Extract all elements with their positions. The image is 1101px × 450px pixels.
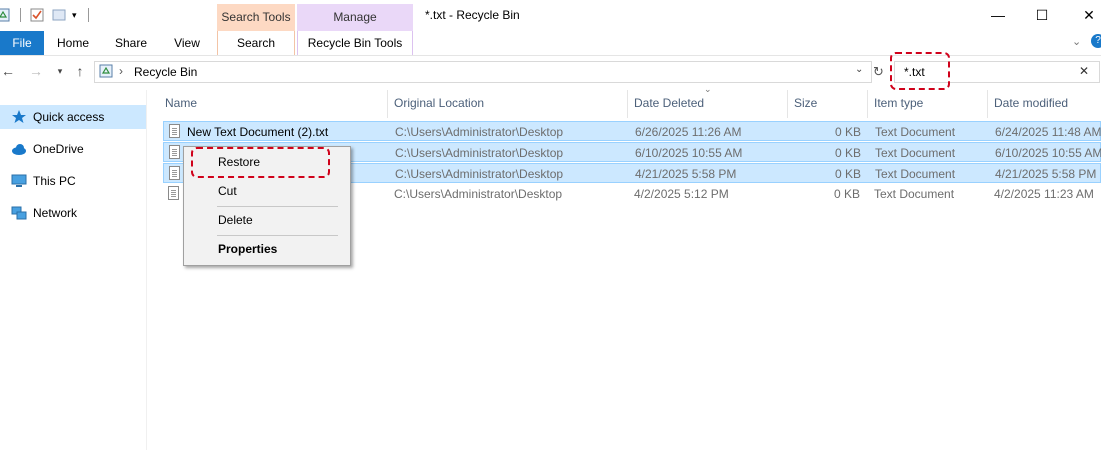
row-date-modified: 4/2/2025 11:23 AM [994, 187, 1094, 201]
nav-item-label: OneDrive [33, 142, 84, 156]
monitor-icon [11, 173, 27, 189]
nav-item-network[interactable]: Network [0, 201, 146, 225]
address-dropdown-chevron-icon[interactable]: ⌄ [855, 64, 863, 75]
forward-arrow-icon[interactable]: → [28, 63, 44, 79]
column-header-date-modified[interactable]: Date modified [994, 96, 1068, 110]
recycle-bin-icon [0, 8, 10, 22]
recent-locations-chevron-icon[interactable]: ▾ [52, 63, 68, 79]
menu-separator [217, 235, 338, 236]
restore-highlight-box [191, 147, 330, 178]
minimize-button[interactable]: — [987, 4, 1009, 26]
up-arrow-icon[interactable]: ↑ [72, 63, 88, 79]
title-bar: ▾ Search Tools Manage *.txt - Recycle Bi… [0, 0, 1101, 31]
column-header-size[interactable]: Size [794, 96, 817, 110]
menu-item-label: Cut [218, 184, 237, 198]
navigation-pane: Quick access OneDrive This PC Network [0, 90, 147, 450]
nav-item-quick-access[interactable]: Quick access [0, 105, 146, 129]
row-item-type: Text Document [875, 146, 956, 160]
menu-item-label: Delete [218, 213, 253, 227]
maximize-button[interactable]: ☐ [1031, 4, 1053, 26]
nav-item-label: This PC [33, 174, 76, 188]
file-list: Name Original Location Date Deleted ⌄ Si… [147, 84, 1101, 450]
divider [20, 8, 21, 22]
nav-item-label: Quick access [33, 110, 105, 124]
row-date-deleted: 4/2/2025 5:12 PM [634, 187, 729, 201]
breadcrumb-separator: › [119, 64, 123, 78]
row-location: C:\Users\Administrator\Desktop [394, 187, 563, 201]
clear-search-icon[interactable]: ✕ [1079, 64, 1089, 78]
row-date-deleted: 4/21/2025 5:58 PM [635, 167, 737, 181]
back-arrow-icon[interactable]: ← [0, 63, 16, 79]
tab-share[interactable]: Share [108, 31, 154, 55]
row-item-type: Text Document [874, 187, 955, 201]
tab-view[interactable]: View [164, 31, 210, 55]
network-icon [11, 205, 27, 221]
search-tools-label: Search Tools [221, 10, 291, 24]
menu-separator [217, 206, 338, 207]
divider [88, 8, 89, 22]
row-item-type: Text Document [875, 167, 956, 181]
properties-checkmark-icon[interactable] [30, 8, 44, 22]
column-header-original-location[interactable]: Original Location [394, 96, 484, 110]
menu-item-properties[interactable]: Properties [184, 237, 350, 261]
nav-item-onedrive[interactable]: OneDrive [0, 137, 146, 161]
row-location: C:\Users\Administrator\Desktop [395, 125, 564, 139]
tab-home[interactable]: Home [50, 31, 96, 55]
text-document-icon [169, 166, 180, 180]
menu-item-label: Properties [218, 242, 278, 256]
nav-item-label: Network [33, 206, 78, 220]
search-highlight-box [890, 52, 950, 90]
row-location: C:\Users\Administrator\Desktop [395, 146, 564, 160]
row-date-modified: 6/10/2025 10:55 AM [995, 146, 1101, 160]
row-size: 0 KB [834, 146, 861, 160]
column-divider[interactable] [867, 90, 868, 118]
row-size: 0 KB [834, 125, 861, 139]
refresh-icon[interactable]: ↻ [873, 64, 884, 80]
tab-file[interactable]: File [0, 31, 44, 55]
column-divider[interactable] [987, 90, 988, 118]
column-header-name[interactable]: Name [165, 96, 197, 110]
address-bar[interactable]: › Recycle Bin ⌄ [94, 61, 872, 83]
cloud-icon [11, 141, 27, 157]
text-document-icon [168, 186, 179, 200]
row-name: New Text Document (2).txt [187, 125, 329, 139]
help-icon[interactable]: ? [1091, 34, 1101, 48]
customize-qat-chevron-icon[interactable]: ▾ [72, 8, 86, 22]
column-header-item-type[interactable]: Item type [874, 96, 923, 110]
table-row[interactable]: New Text Document (2).txt C:\Users\Admin… [163, 121, 1101, 141]
row-date-modified: 6/24/2025 11:48 AM [995, 125, 1101, 139]
sort-chevron-icon: ⌄ [704, 84, 712, 94]
text-document-icon [169, 124, 180, 138]
nav-item-this-pc[interactable]: This PC [0, 169, 146, 193]
breadcrumb-recycle-bin[interactable]: Recycle Bin [134, 65, 197, 79]
star-icon [11, 109, 27, 125]
column-divider[interactable] [787, 90, 788, 118]
window-title: *.txt - Recycle Bin [425, 8, 520, 22]
column-divider[interactable] [627, 90, 628, 118]
tab-search[interactable]: Search [217, 31, 295, 55]
new-folder-icon[interactable] [52, 8, 66, 22]
manage-label: Manage [333, 10, 377, 24]
row-date-deleted: 6/26/2025 11:26 AM [635, 125, 742, 139]
ribbon-expand-chevron-icon[interactable]: ⌄ [1072, 35, 1081, 48]
row-size: 0 KB [834, 167, 861, 181]
row-date-modified: 4/21/2025 5:58 PM [995, 167, 1097, 181]
search-tools-header: Search Tools [217, 4, 295, 31]
row-location: C:\Users\Administrator\Desktop [395, 167, 564, 181]
row-size: 0 KB [833, 187, 860, 201]
row-date-deleted: 6/10/2025 10:55 AM [635, 146, 743, 160]
text-document-icon [169, 145, 180, 159]
close-button[interactable]: ✕ [1078, 4, 1100, 26]
menu-item-cut[interactable]: Cut [184, 179, 350, 203]
column-header-date-deleted[interactable]: Date Deleted [634, 96, 704, 110]
tab-recycle-bin-tools[interactable]: Recycle Bin Tools [297, 31, 413, 55]
recycle-bin-icon [99, 64, 113, 78]
manage-header: Manage [297, 4, 413, 31]
menu-item-delete[interactable]: Delete [184, 208, 350, 232]
row-item-type: Text Document [875, 125, 956, 139]
column-divider[interactable] [387, 90, 388, 118]
